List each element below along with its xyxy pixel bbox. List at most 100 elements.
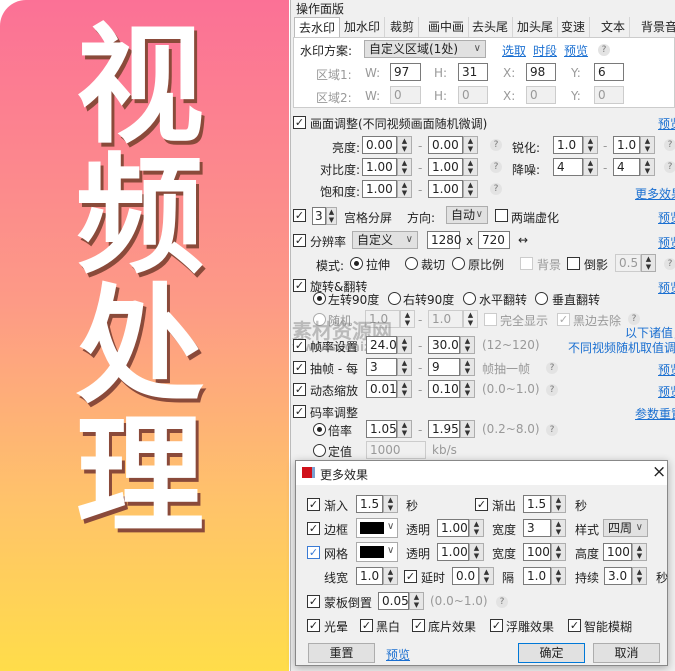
region1-w[interactable]: 97 bbox=[390, 63, 421, 81]
glow-checkbox[interactable]: ✓ bbox=[307, 619, 320, 632]
preview-link[interactable]: 预览 bbox=[564, 42, 588, 59]
border-width-input[interactable]: 3 bbox=[523, 519, 551, 537]
fade-out-input[interactable]: 1.5 bbox=[523, 495, 551, 513]
grid-color-select[interactable]: ∨ bbox=[356, 542, 398, 562]
help-icon[interactable]: ? bbox=[490, 183, 502, 195]
tab-speed[interactable]: 变速 bbox=[557, 17, 591, 37]
spin-buttons[interactable]: ▲ ▼ bbox=[397, 420, 412, 438]
help-icon[interactable]: ? bbox=[664, 258, 675, 270]
help-icon[interactable]: ? bbox=[496, 596, 508, 608]
help-icon[interactable]: ? bbox=[598, 44, 610, 56]
spin-buttons[interactable]: ▲ ▼ bbox=[583, 136, 598, 154]
zoom-max[interactable]: 0.10 bbox=[428, 380, 460, 398]
spin-buttons[interactable]: ▲ ▼ bbox=[551, 567, 566, 585]
tab-bgm[interactable]: 背景音 bbox=[637, 17, 675, 37]
reflection-checkbox[interactable] bbox=[567, 257, 580, 270]
gap-input[interactable]: 1.0 bbox=[523, 567, 551, 585]
delay-input[interactable]: 0.0 bbox=[452, 567, 479, 585]
resolution-checkbox[interactable]: ✓ bbox=[293, 234, 306, 247]
direction-select[interactable]: 自动 ∨ bbox=[446, 206, 488, 224]
denoise-max[interactable]: 4 bbox=[613, 158, 640, 176]
scheme-select[interactable]: 自定义区域(1处) ∨ bbox=[364, 40, 486, 58]
ratio-min[interactable]: 1.05 bbox=[366, 420, 397, 438]
border-opacity-input[interactable]: 1.00 bbox=[437, 519, 469, 537]
grid-opacity-input[interactable]: 1.00 bbox=[437, 543, 469, 561]
denoise-min[interactable]: 4 bbox=[553, 158, 583, 176]
spin-buttons[interactable]: ▲ ▼ bbox=[469, 519, 484, 537]
spin-buttons[interactable]: ▲ ▼ bbox=[463, 158, 478, 176]
adjust-checkbox[interactable]: ✓ bbox=[293, 116, 306, 129]
rotate-preview-link[interactable]: 预览 bbox=[658, 279, 675, 296]
ratio-max[interactable]: 1.95 bbox=[428, 420, 460, 438]
fixed-radio[interactable] bbox=[313, 444, 326, 457]
spin-buttons[interactable]: ▲ ▼ bbox=[397, 136, 412, 154]
rotate-right-radio[interactable] bbox=[388, 292, 401, 305]
mode-crop-radio[interactable] bbox=[405, 257, 418, 270]
spin-buttons[interactable]: ▲ ▼ bbox=[409, 592, 424, 610]
help-icon[interactable]: ? bbox=[490, 161, 502, 173]
spin-buttons[interactable]: ▲ ▼ bbox=[640, 136, 655, 154]
spin-buttons[interactable]: ▲ ▼ bbox=[397, 380, 412, 398]
mode-stretch-radio[interactable] bbox=[350, 257, 363, 270]
res-width-input[interactable]: 1280 bbox=[427, 231, 462, 249]
fps-checkbox[interactable]: ✓ bbox=[293, 339, 306, 352]
reset-button[interactable]: 重置 bbox=[308, 643, 375, 663]
grid-height-input[interactable]: 100 bbox=[603, 543, 632, 561]
zoom-min[interactable]: 0.01 bbox=[366, 380, 397, 398]
saturation-min[interactable]: 1.00 bbox=[362, 180, 397, 198]
spin-buttons[interactable]: ▲ ▼ bbox=[632, 567, 647, 585]
duration-input[interactable]: 3.0 bbox=[604, 567, 632, 585]
ok-button[interactable]: 确定 bbox=[518, 643, 585, 663]
brightness-min[interactable]: 0.00 bbox=[362, 136, 397, 154]
cancel-button[interactable]: 取消 bbox=[593, 643, 660, 663]
param-reset-link[interactable]: 参数重置 bbox=[635, 405, 675, 422]
tab-crop[interactable]: 裁剪 bbox=[386, 17, 420, 37]
delay-checkbox[interactable]: ✓ bbox=[404, 570, 417, 583]
spin-buttons[interactable]: ▲ ▼ bbox=[469, 543, 484, 561]
negative-checkbox[interactable]: ✓ bbox=[412, 619, 425, 632]
region1-y[interactable]: 6 bbox=[594, 63, 624, 81]
spin-buttons[interactable]: ▲ ▼ bbox=[632, 543, 647, 561]
border-checkbox[interactable]: ✓ bbox=[307, 522, 320, 535]
fade-in-input[interactable]: 1.5 bbox=[356, 495, 383, 513]
spin-buttons[interactable]: ▲ ▼ bbox=[460, 358, 475, 376]
flip-v-radio[interactable] bbox=[535, 292, 548, 305]
spin-buttons[interactable]: ▲ ▼ bbox=[640, 158, 655, 176]
style-select[interactable]: 四周 ∨ bbox=[603, 519, 648, 537]
fade-out-checkbox[interactable]: ✓ bbox=[475, 498, 488, 511]
spin-buttons[interactable]: ▲ ▼ bbox=[463, 310, 478, 328]
swap-icon[interactable]: ↔ bbox=[518, 233, 528, 247]
bitrate-checkbox[interactable]: ✓ bbox=[293, 405, 306, 418]
dialog-preview-link[interactable]: 预览 bbox=[386, 646, 410, 663]
remove-black-checkbox[interactable]: ✓ bbox=[557, 313, 570, 326]
frame-drop-preview-link[interactable]: 预览 bbox=[658, 361, 675, 378]
region2-h[interactable]: 0 bbox=[458, 86, 488, 104]
grid-preview-link[interactable]: 预览 bbox=[658, 209, 675, 226]
region1-x[interactable]: 98 bbox=[526, 63, 556, 81]
more-effects-link[interactable]: 更多效果 bbox=[635, 185, 675, 202]
region2-x[interactable]: 0 bbox=[526, 86, 556, 104]
close-icon[interactable]: × bbox=[652, 462, 666, 482]
random-max[interactable]: 1.0 bbox=[428, 310, 463, 328]
mode-ratio-radio[interactable] bbox=[452, 257, 465, 270]
tab-text[interactable]: 文本 bbox=[597, 17, 631, 37]
spin-buttons[interactable]: ▲ ▼ bbox=[400, 310, 415, 328]
resolution-preview-link[interactable]: 预览 bbox=[658, 234, 675, 251]
tab-add-watermark[interactable]: 加水印 bbox=[340, 17, 386, 37]
spin-buttons[interactable]: ▲ ▼ bbox=[397, 158, 412, 176]
rotate-left-radio[interactable] bbox=[313, 292, 326, 305]
resolution-select[interactable]: 自定义 ∨ bbox=[352, 231, 418, 249]
bw-checkbox[interactable]: ✓ bbox=[360, 619, 373, 632]
brightness-max[interactable]: 0.00 bbox=[428, 136, 463, 154]
frame-drop-max[interactable]: 9 bbox=[428, 358, 460, 376]
spin-buttons[interactable]: ▲ ▼ bbox=[397, 358, 412, 376]
flip-h-radio[interactable] bbox=[463, 292, 476, 305]
mask-invert-input[interactable]: 0.05 bbox=[378, 592, 409, 610]
help-icon[interactable]: ? bbox=[664, 161, 675, 173]
spin-buttons[interactable]: ▲ ▼ bbox=[460, 420, 475, 438]
help-icon[interactable]: ? bbox=[546, 424, 558, 436]
spin-buttons[interactable]: ▲ ▼ bbox=[383, 495, 398, 513]
select-link[interactable]: 选取 bbox=[502, 42, 526, 59]
frame-drop-checkbox[interactable]: ✓ bbox=[293, 361, 306, 374]
saturation-max[interactable]: 1.00 bbox=[428, 180, 463, 198]
